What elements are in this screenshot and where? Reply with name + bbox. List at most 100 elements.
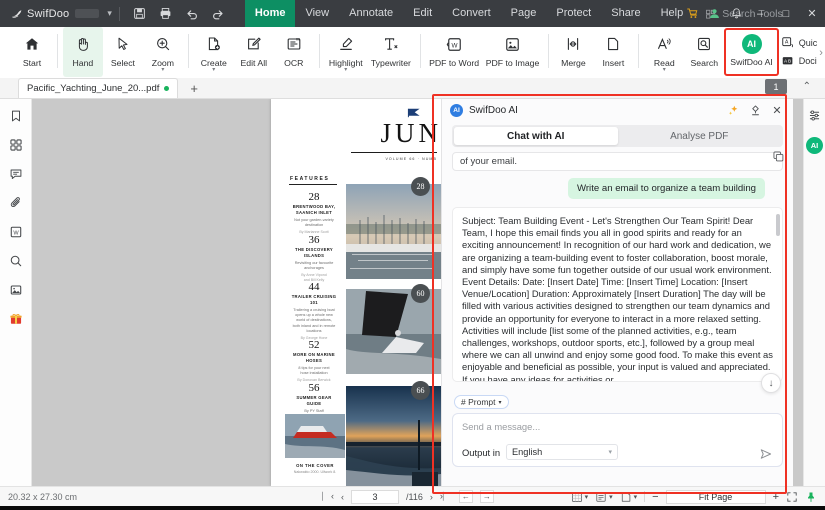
divider [118, 6, 120, 21]
next-view-icon[interactable]: → [479, 490, 494, 503]
zoom-level-label[interactable]: Fit Page [665, 489, 766, 504]
ribbon-editall-button[interactable]: Edit All [234, 27, 274, 77]
edit-pencil-icon [246, 33, 262, 55]
page-dimensions-label: 20.32 x 27.30 cm [8, 491, 78, 502]
minimize-button[interactable]: – [747, 0, 773, 27]
svg-text:B: B [788, 59, 791, 65]
previous-view-icon[interactable]: ← [458, 490, 473, 503]
ribbon-create-button[interactable]: Create ▾ [194, 27, 234, 77]
fullscreen-icon[interactable] [786, 491, 798, 503]
ribbon-start-label: Start [22, 58, 42, 68]
ribbon-quick-translate-button[interactable]: A Quic [781, 36, 817, 50]
menu-item-annotate[interactable]: Annotate [339, 0, 403, 27]
chevron-down-icon[interactable]: ▾ [663, 67, 666, 73]
account-icon[interactable] [703, 0, 725, 27]
ribbon-start-button[interactable]: Start [12, 27, 52, 77]
comment-icon[interactable] [7, 165, 25, 183]
menu-item-protect[interactable]: Protect [546, 0, 601, 27]
ribbon-typewriter-button[interactable]: Typewriter [367, 27, 415, 77]
output-language-select[interactable]: English ▾ [506, 444, 619, 460]
scroll-mode-icon[interactable]: ▾ [595, 491, 613, 503]
ribbon-select-button[interactable]: Select [103, 27, 143, 77]
maximize-button[interactable]: □ [773, 0, 799, 27]
pin-icon[interactable] [805, 491, 817, 503]
feature-title: TRAILER CRUISING 101 [291, 294, 337, 305]
divider [547, 34, 549, 68]
bell-icon[interactable] [725, 0, 747, 27]
response-scrollbar-thumb[interactable] [776, 214, 780, 236]
tab-chat-with-ai[interactable]: Chat with AI [454, 127, 618, 145]
hand-icon [75, 33, 91, 55]
settings-sliders-icon[interactable] [807, 107, 823, 123]
menu-item-home[interactable]: Home [244, 0, 296, 27]
bookmark-icon[interactable] [7, 107, 25, 125]
first-page-icon[interactable]: ⎸‹ [322, 491, 334, 502]
attachment-icon[interactable] [7, 194, 25, 212]
tab-analyse-pdf[interactable]: Analyse PDF [618, 127, 782, 145]
ribbon-ocr-button[interactable]: OCR [274, 27, 314, 77]
menu-item-share[interactable]: Share [601, 0, 650, 27]
ribbon-zoom-button[interactable]: Zoom ▾ [143, 27, 183, 77]
menu-item-convert[interactable]: Convert [442, 0, 501, 27]
last-page-icon[interactable]: ›⎸ [440, 491, 452, 502]
left-sidebar: W [0, 99, 32, 486]
ribbon-pdf-to-image-button[interactable]: PDF to Image [483, 27, 543, 77]
message-composer[interactable]: Send a message... Output in English ▾ [452, 413, 783, 467]
undo-icon[interactable] [184, 6, 200, 22]
thumbnails-icon[interactable] [7, 136, 25, 154]
save-icon[interactable] [132, 6, 148, 22]
zoom-out-button[interactable]: − [652, 491, 658, 503]
assistant-response-card[interactable]: Subject: Team Building Event - Let's Str… [452, 207, 783, 382]
document-tab[interactable]: Pacific_Yachting_June_20...pdf [18, 78, 179, 98]
send-icon[interactable] [759, 447, 773, 461]
current-page-input[interactable]: 3 [351, 489, 399, 504]
read-aloud-icon [656, 33, 672, 55]
divider [644, 491, 646, 502]
word-convert-icon[interactable]: W [7, 223, 25, 241]
ribbon-document-translate-button[interactable]: AB Doci [781, 54, 818, 68]
prompt-library-chip[interactable]: # Prompt ▾ [454, 395, 509, 409]
ai-assistant-icon[interactable]: AI [806, 137, 823, 154]
ribbon-swifdoo-ai-button[interactable]: AI SwifDoo AI [724, 28, 779, 76]
ribbon-read-button[interactable]: Read ▾ [644, 27, 684, 77]
menu-item-page[interactable]: Page [501, 0, 547, 27]
ribbon-overflow-chevron-right-icon[interactable]: › [817, 47, 825, 59]
chevron-down-icon[interactable]: ▾ [107, 8, 112, 19]
ribbon-search-button[interactable]: Search [684, 27, 724, 77]
ribbon-hand-button[interactable]: Hand [62, 27, 103, 77]
redo-icon[interactable] [210, 6, 226, 22]
feature-page-number: 44 [308, 281, 320, 293]
next-page-icon[interactable]: › [430, 492, 433, 502]
image-extract-icon[interactable] [7, 281, 25, 299]
zoom-in-button[interactable]: + [773, 491, 779, 503]
app-logo[interactable]: SwifDoo ▾ [10, 7, 112, 20]
cursor-icon [115, 33, 131, 55]
ribbon-highlight-button[interactable]: Highlight ▾ [325, 27, 367, 77]
chevron-down-icon[interactable]: ▾ [161, 67, 164, 73]
chevron-down-icon[interactable]: ▾ [344, 67, 347, 73]
search-icon[interactable] [7, 252, 25, 270]
close-icon[interactable]: ✕ [769, 103, 785, 119]
sparkle-icon[interactable] [725, 103, 741, 119]
chevron-down-icon[interactable]: ▾ [212, 67, 215, 73]
ribbon-merge-button[interactable]: Merge [553, 27, 593, 77]
history-icon[interactable] [747, 103, 763, 119]
ribbon-insert-label: Insert [602, 58, 625, 68]
ribbon-pdf-to-word-button[interactable]: W PDF to Word [426, 27, 483, 77]
menu-item-edit[interactable]: Edit [403, 0, 442, 27]
print-icon[interactable] [158, 6, 174, 22]
chevron-up-icon[interactable]: ⌃ [803, 81, 811, 92]
menu-item-view[interactable]: View [295, 0, 339, 27]
copy-icon[interactable] [772, 150, 785, 163]
prev-page-icon[interactable]: ‹ [341, 492, 344, 502]
brand-badge [75, 9, 100, 18]
gift-icon[interactable] [7, 310, 25, 328]
cart-icon[interactable] [681, 0, 703, 27]
new-tab-plus-icon[interactable]: + [190, 81, 198, 96]
page-fit-icon[interactable]: ▾ [620, 491, 637, 503]
close-button[interactable]: ✕ [799, 0, 825, 27]
arrow-down-circle-icon[interactable]: ↓ [761, 373, 781, 393]
page-layout-icon[interactable]: ▾ [571, 491, 588, 503]
chevron-down-icon: ▾ [609, 493, 613, 501]
ribbon-insert-button[interactable]: Insert [593, 27, 633, 77]
